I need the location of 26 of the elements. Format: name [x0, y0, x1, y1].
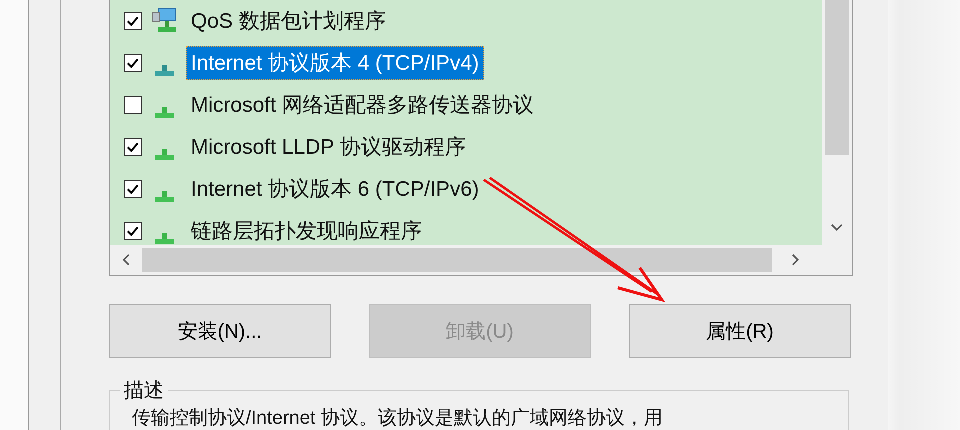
component-item[interactable]: Microsoft LLDP 协议驱动程序 [186, 130, 471, 164]
network-protocol-icon [155, 232, 174, 244]
scroll-right-icon[interactable] [790, 253, 800, 267]
scroll-left-icon[interactable] [122, 253, 132, 267]
scroll-down-icon[interactable] [830, 223, 844, 233]
checkbox[interactable] [124, 12, 142, 30]
component-item[interactable]: QoS 数据包计划程序 [186, 4, 391, 38]
checkbox[interactable] [124, 180, 142, 198]
checkbox[interactable] [124, 138, 142, 156]
checkbox[interactable] [124, 96, 142, 114]
network-protocol-icon [155, 190, 174, 202]
description-text: 传输控制协议/Internet 协议。该协议是默认的广域网络协议，用 [132, 408, 663, 429]
network-protocol-icon [155, 148, 174, 160]
horizontal-scrollbar[interactable] [110, 245, 852, 275]
network-protocol-icon [155, 64, 174, 76]
network-computer-icon [150, 7, 178, 35]
component-item[interactable]: Internet 协议版本 6 (TCP/IPv6) [186, 172, 484, 206]
component-item[interactable]: Internet 协议版本 4 (TCP/IPv4) [186, 46, 484, 80]
checkbox[interactable] [124, 222, 142, 240]
network-protocol-icon [155, 106, 174, 118]
component-item[interactable]: Microsoft 网络适配器多路传送器协议 [186, 88, 540, 122]
checkbox[interactable] [124, 54, 142, 72]
action-button[interactable]: 属性(R) [629, 304, 851, 358]
component-item[interactable]: 链路层拓扑发现响应程序 [186, 214, 427, 245]
action-button[interactable]: 安装(N)... [109, 304, 331, 358]
vertical-scrollbar[interactable] [822, 0, 852, 245]
